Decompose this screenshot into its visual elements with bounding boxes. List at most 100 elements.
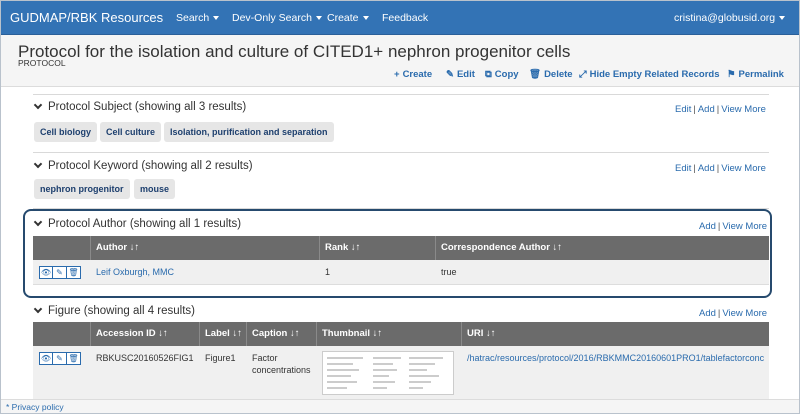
create-label: Create <box>402 69 433 80</box>
thumbnail-image[interactable] <box>322 351 454 395</box>
column-divider <box>90 236 91 260</box>
caption-column-header[interactable]: Caption ↓↑ <box>246 322 300 346</box>
divider <box>33 152 769 153</box>
author-table-header: Author ↓↑ Rank ↓↑ Correspondence Author … <box>33 236 769 260</box>
table-row: 👁 ✎ 🗑 Leif Oxburgh, MMC 1 true <box>33 260 769 285</box>
keyword-chip[interactable]: nephron progenitor <box>34 179 130 199</box>
pencil-icon[interactable]: ✎ <box>53 352 67 365</box>
keyword-links: Edit | Add | View More <box>675 163 766 174</box>
figure-heading: Figure (showing all 4 results) <box>48 305 196 317</box>
copy-button[interactable]: ⧉ Copy <box>485 69 519 80</box>
delete-button[interactable]: 🗑 Delete <box>529 69 573 80</box>
subject-chip[interactable]: Cell culture <box>100 122 162 142</box>
pencil-icon[interactable]: ✎ <box>53 266 67 279</box>
keyword-heading: Protocol Keyword (showing all 2 results) <box>48 160 253 172</box>
keyword-edit-link[interactable]: Edit <box>675 163 691 174</box>
privacy-policy-link[interactable]: * Privacy policy <box>6 402 64 412</box>
brand-link[interactable]: GUDMAP/RBK Resources <box>10 10 163 25</box>
figure-section-toggle[interactable]: Figure (showing all 4 results) <box>33 304 196 317</box>
chevron-down-icon <box>213 16 220 21</box>
label-column-header[interactable]: Label ↓↑ <box>199 322 242 346</box>
user-email: cristina@globusid.org <box>674 12 776 24</box>
delete-label: Delete <box>544 69 573 80</box>
subject-edit-link[interactable]: Edit <box>675 104 691 115</box>
figure-table-header: Accession ID ↓↑ Label ↓↑ Caption ↓↑ Thum… <box>33 322 769 346</box>
page-title: Protocol for the isolation and culture o… <box>18 42 571 61</box>
rank-column-header[interactable]: Rank ↓↑ <box>319 236 360 260</box>
nav-dev-search-menu[interactable]: Dev-Only Search <box>232 12 322 24</box>
app-window: GUDMAP/RBK Resources Search Dev-Only Sea… <box>0 0 800 414</box>
trash-icon: 🗑 <box>529 69 542 80</box>
subject-chip[interactable]: Cell biology <box>34 122 98 142</box>
subject-heading: Protocol Subject (showing all 3 results) <box>48 101 247 113</box>
permalink-button[interactable]: ⚑ Permalink <box>727 69 784 80</box>
nav-create-menu[interactable]: Create <box>327 12 369 24</box>
eye-icon[interactable]: 👁 <box>39 266 53 279</box>
accession-value: RBKUSC20160526FIG1 <box>96 353 194 363</box>
author-column-header[interactable]: Author ↓↑ <box>90 236 139 260</box>
row-action-buttons: 👁 ✎ 🗑 <box>39 266 81 279</box>
page-subtitle: PROTOCOL <box>18 58 66 68</box>
caption-value-line2: concentrations <box>252 365 311 375</box>
correspondence-column-header[interactable]: Correspondence Author ↓↑ <box>435 236 562 260</box>
author-view-more-link[interactable]: View More <box>722 221 767 232</box>
create-button[interactable]: + Create <box>394 69 432 80</box>
bookmark-icon: ⚑ <box>727 69 736 80</box>
thumbnail-table-graphic <box>327 357 443 389</box>
hide-empty-button[interactable]: ⤢ Hide Empty Related Records <box>579 69 719 80</box>
nav-dev-search-label: Dev-Only Search <box>232 12 312 24</box>
chevron-down-icon <box>33 217 43 227</box>
uri-column-header[interactable]: URI ↓↑ <box>461 322 496 346</box>
chevron-down-icon <box>33 100 43 110</box>
author-links: Add | View More <box>699 221 768 232</box>
accession-column-header[interactable]: Accession ID ↓↑ <box>90 322 168 346</box>
correspondence-value: true <box>441 267 457 277</box>
chevron-down-icon <box>362 16 369 21</box>
author-add-link[interactable]: Add <box>699 221 716 232</box>
column-divider <box>319 236 320 260</box>
permalink-label: Permalink <box>738 69 784 80</box>
record-title-bar: Protocol for the isolation and culture o… <box>1 35 799 87</box>
nav-search-menu[interactable]: Search <box>176 12 220 24</box>
label-value: Figure1 <box>205 353 236 363</box>
keyword-view-more-link[interactable]: View More <box>721 163 766 174</box>
column-divider <box>90 322 91 346</box>
column-divider <box>435 236 436 260</box>
nav-create-label: Create <box>327 12 359 24</box>
subject-chip[interactable]: Isolation, purification and separation <box>164 122 334 142</box>
edit-button[interactable]: ✎ Edit <box>446 69 475 80</box>
subject-add-link[interactable]: Add <box>698 104 715 115</box>
figure-view-more-link[interactable]: View More <box>722 308 767 319</box>
nav-search-label: Search <box>176 12 210 24</box>
caption-value-line1: Factor <box>252 353 278 363</box>
column-divider <box>461 322 462 346</box>
hide-empty-label: Hide Empty Related Records <box>589 69 720 80</box>
nav-feedback-link[interactable]: Feedback <box>382 12 428 24</box>
table-row: 👁 ✎ 🗑 RBKUSC20160526FIG1 Figure1 Factor … <box>33 346 769 399</box>
nav-feedback-label: Feedback <box>382 12 429 24</box>
top-navbar: GUDMAP/RBK Resources Search Dev-Only Sea… <box>1 1 799 35</box>
uri-link[interactable]: /hatrac/resources/protocol/2016/RBKMMC20… <box>467 353 764 363</box>
author-section-toggle[interactable]: Protocol Author (showing all 1 results) <box>33 217 242 230</box>
eye-icon[interactable]: 👁 <box>39 352 53 365</box>
subject-section-toggle[interactable]: Protocol Subject (showing all 3 results) <box>33 100 247 113</box>
trash-icon[interactable]: 🗑 <box>67 352 81 365</box>
keyword-chip[interactable]: mouse <box>134 179 176 199</box>
keyword-section-toggle[interactable]: Protocol Keyword (showing all 2 results) <box>33 159 253 172</box>
figure-add-link[interactable]: Add <box>699 308 716 319</box>
chevron-down-icon <box>779 16 786 21</box>
subject-view-more-link[interactable]: View More <box>721 104 766 115</box>
user-menu[interactable]: cristina@globusid.org <box>674 12 786 24</box>
trash-icon[interactable]: 🗑 <box>67 266 81 279</box>
column-divider <box>316 322 317 346</box>
pencil-icon: ✎ <box>446 69 454 80</box>
plus-icon: + <box>394 69 400 80</box>
chevron-down-icon <box>315 16 322 21</box>
thumbnail-column-header[interactable]: Thumbnail ↓↑ <box>316 322 382 346</box>
column-divider <box>246 322 247 346</box>
author-heading: Protocol Author (showing all 1 results) <box>48 218 242 230</box>
footer-bar: * Privacy policy <box>1 399 799 413</box>
subject-links: Edit | Add | View More <box>675 104 766 115</box>
author-link[interactable]: Leif Oxburgh, MMC <box>96 267 174 277</box>
keyword-add-link[interactable]: Add <box>698 163 715 174</box>
